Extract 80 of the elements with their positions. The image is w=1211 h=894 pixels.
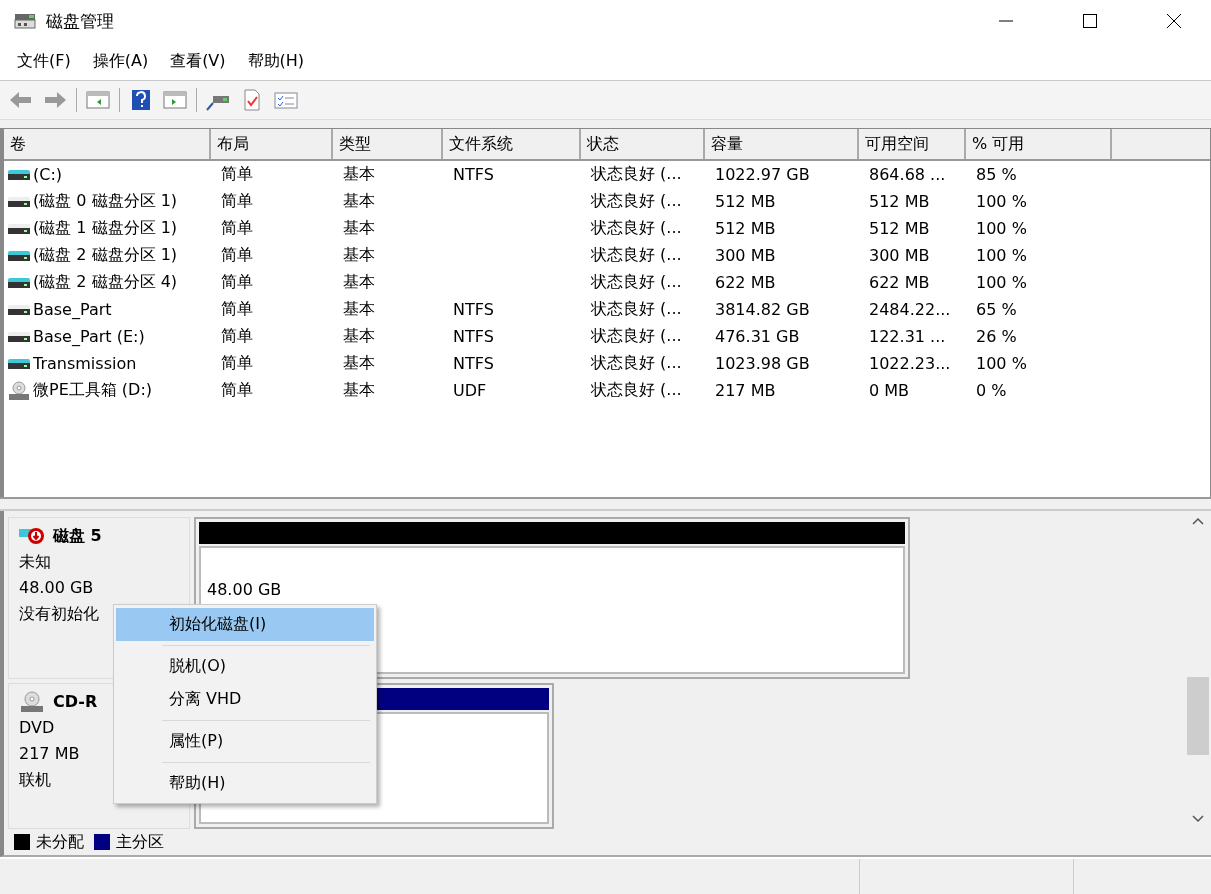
table-cell: 简单: [221, 191, 253, 212]
disk-info: 联机: [19, 768, 51, 791]
table-cell: 简单: [221, 272, 253, 293]
table-cell: (磁盘 2 磁盘分区 1): [33, 245, 178, 266]
table-cell: 512 MB: [869, 192, 930, 211]
table-cell: 简单: [221, 164, 253, 185]
table-cell: 状态良好 (...: [591, 272, 682, 293]
table-cell: 简单: [221, 245, 253, 266]
table-cell: 基本: [343, 380, 375, 401]
disk-info: 没有初始化: [19, 603, 99, 625]
table-cell: 0 MB: [869, 381, 910, 400]
table-cell: NTFS: [453, 300, 494, 319]
table-cell: 简单: [221, 353, 253, 374]
partition-size: 48.00 GB: [207, 580, 282, 599]
disk-info: 未知: [19, 551, 51, 573]
table-cell: 100 %: [976, 354, 1027, 373]
table-cell: 状态良好 (...: [591, 353, 682, 374]
disk-name: 磁盘 5: [53, 525, 102, 547]
table-cell: NTFS: [453, 327, 494, 346]
table-cell: (磁盘 2 磁盘分区 4): [33, 272, 178, 293]
table-cell: 512 MB: [715, 192, 776, 211]
table-cell: 简单: [221, 299, 253, 320]
table-cell: 622 MB: [715, 273, 776, 292]
table-cell: 基本: [343, 245, 375, 266]
table-cell: 65 %: [976, 300, 1017, 319]
table-cell: 简单: [221, 218, 253, 239]
table-cell: 状态良好 (...: [591, 326, 682, 347]
table-cell: 864.68 ...: [869, 165, 946, 184]
table-cell: 状态良好 (...: [591, 299, 682, 320]
table-cell: 85 %: [976, 165, 1017, 184]
table-cell: 基本: [343, 164, 375, 185]
table-cell: 512 MB: [715, 219, 776, 238]
table-cell: 122.31 ...: [869, 327, 946, 346]
legend-label: 未分配: [36, 831, 84, 853]
table-cell: 1022.97 GB: [715, 165, 810, 184]
disk-name: CD-R: [53, 690, 98, 713]
table-cell: 622 MB: [869, 273, 930, 292]
table-cell: (C:): [33, 165, 63, 184]
table-cell: 基本: [343, 218, 375, 239]
table-cell: 100 %: [976, 246, 1027, 265]
table-cell: 微PE工具箱 (D:): [33, 380, 153, 401]
table-cell: NTFS: [453, 354, 494, 373]
table-cell: 状态良好 (...: [591, 164, 682, 185]
table-cell: Base_Part: [33, 300, 112, 319]
table-cell: 基本: [343, 353, 375, 374]
table-cell: 基本: [343, 299, 375, 320]
legend-label: 主分区: [116, 831, 164, 853]
table-cell: 3814.82 GB: [715, 300, 810, 319]
disk-info: 217 MB: [19, 742, 80, 765]
disk-info: 48.00 GB: [19, 577, 94, 599]
table-cell: 状态良好 (...: [591, 218, 682, 239]
table-cell: 217 MB: [715, 381, 776, 400]
table-cell: 100 %: [976, 219, 1027, 238]
table-cell: 512 MB: [869, 219, 930, 238]
table-cell: 26 %: [976, 327, 1017, 346]
table-cell: 300 MB: [869, 246, 930, 265]
table-cell: 状态良好 (...: [591, 245, 682, 266]
table-cell: 300 MB: [715, 246, 776, 265]
table-cell: Transmission: [33, 354, 137, 373]
table-cell: (磁盘 0 磁盘分区 1): [33, 191, 178, 212]
table-cell: 简单: [221, 380, 253, 401]
table-cell: (磁盘 1 磁盘分区 1): [33, 218, 178, 239]
table-cell: 基本: [343, 191, 375, 212]
disk-info: DVD: [19, 716, 55, 739]
table-cell: NTFS: [453, 165, 494, 184]
table-cell: 100 %: [976, 192, 1027, 211]
table-cell: 0 %: [976, 381, 1007, 400]
table-cell: 2484.22...: [869, 300, 951, 319]
table-cell: 1023.98 GB: [715, 354, 810, 373]
table-cell: 1022.23...: [869, 354, 951, 373]
window-title: 磁盘管理: [46, 9, 115, 33]
table-cell: Base_Part (E:): [33, 327, 145, 346]
table-cell: 状态良好 (...: [591, 380, 682, 401]
table-cell: 基本: [343, 272, 375, 293]
table-cell: UDF: [453, 381, 487, 400]
table-cell: 100 %: [976, 273, 1027, 292]
table-cell: 基本: [343, 326, 375, 347]
table-cell: 状态良好 (...: [591, 191, 682, 212]
table-cell: 简单: [221, 326, 253, 347]
table-cell: 476.31 GB: [715, 327, 800, 346]
